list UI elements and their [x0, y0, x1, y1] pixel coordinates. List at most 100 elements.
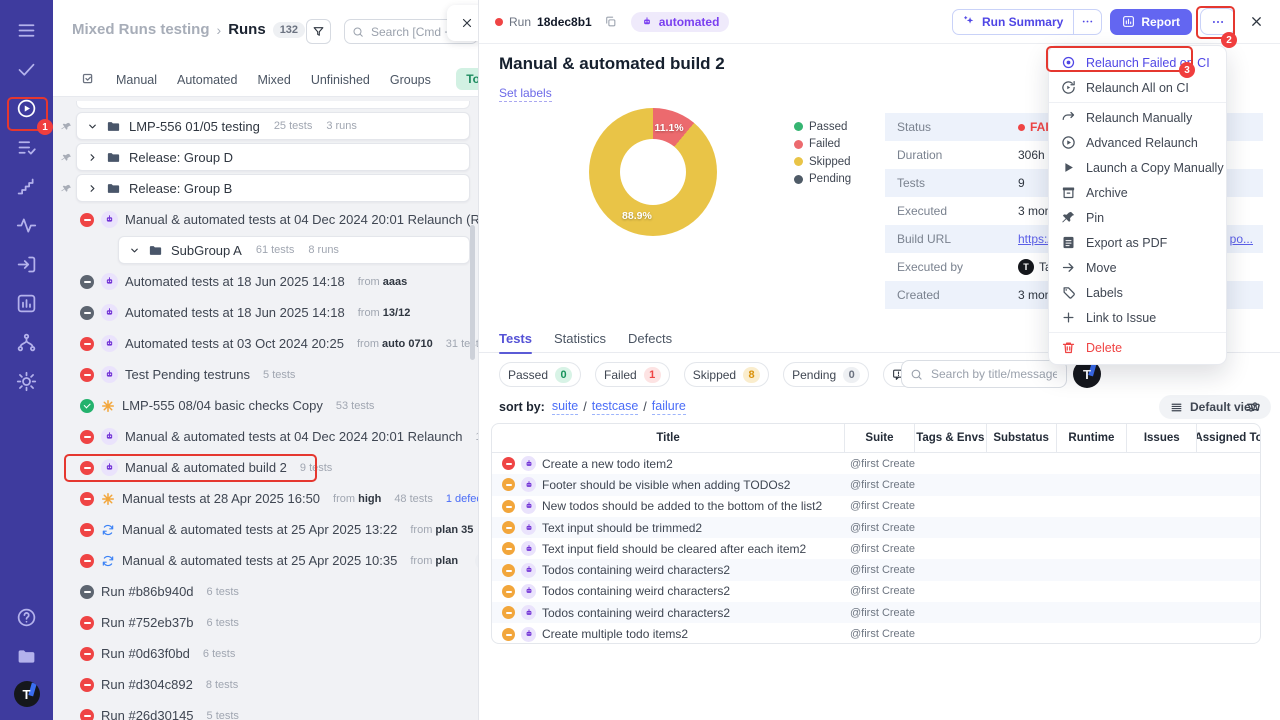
- test-row[interactable]: Footer should be visible when adding TOD…: [492, 474, 1260, 495]
- test-row[interactable]: Text input field should be cleared after…: [492, 538, 1260, 559]
- runs-tab-manual[interactable]: Manual: [116, 73, 157, 87]
- column-header-suite[interactable]: Suite: [844, 424, 914, 452]
- run-row[interactable]: Run #0d63f0bd6 tests: [53, 638, 478, 669]
- menu-item-link-to-issue[interactable]: Link to Issue: [1049, 305, 1226, 330]
- sidebar-item-pulse[interactable]: [13, 211, 41, 239]
- column-header-runtime[interactable]: Runtime: [1056, 424, 1127, 452]
- runs-tab-unfinished[interactable]: Unfinished: [311, 73, 370, 87]
- close-detail-icon[interactable]: [1249, 14, 1264, 29]
- run-row[interactable]: Manual & automated build 29 tests: [53, 452, 478, 483]
- test-row[interactable]: Todos containing weird characters2@first…: [492, 581, 1260, 602]
- menu-item-labels[interactable]: Labels: [1049, 280, 1226, 305]
- test-row[interactable]: Create multiple todo items2@first Create…: [492, 623, 1260, 644]
- run-group-row[interactable]: Release: Group D: [53, 142, 478, 173]
- user-avatar[interactable]: T: [14, 681, 40, 707]
- menu-item-relaunch-all-on-ci[interactable]: Relaunch All on CI: [1049, 75, 1226, 100]
- run-row[interactable]: Manual & automated tests at 25 Apr 2025 …: [53, 514, 478, 545]
- runs-tab-groups[interactable]: Groups: [390, 73, 431, 87]
- run-row[interactable]: Run #d304c8928 tests: [53, 669, 478, 700]
- filter-button[interactable]: [306, 19, 331, 44]
- breadcrumb-section[interactable]: Runs: [228, 21, 266, 38]
- sidebar-item-help[interactable]: [13, 603, 41, 631]
- close-popup-button[interactable]: [447, 5, 478, 41]
- run-group-row[interactable]: LMP-556 01/05 testing25 tests3 runs: [53, 111, 478, 142]
- run-row[interactable]: Automated tests at 18 Jun 2025 14:18from…: [53, 297, 478, 328]
- runs-scrollbar[interactable]: [470, 225, 475, 360]
- sidebar-item-import[interactable]: [13, 250, 41, 278]
- menu-item-advanced-relaunch[interactable]: Advanced Relaunch: [1049, 130, 1226, 155]
- test-row[interactable]: Create a new todo item2@first Create ...: [492, 453, 1260, 474]
- column-header-issues[interactable]: Issues: [1126, 424, 1196, 452]
- runs-tab-automated[interactable]: Automated: [177, 73, 237, 87]
- run-row[interactable]: Test Pending testruns5 tests: [53, 359, 478, 390]
- menu-item-relaunch-failed-on-ci[interactable]: Relaunch Failed on CI: [1049, 50, 1226, 75]
- run-row[interactable]: LMP-555 08/04 basic checks Copy53 tests: [53, 390, 478, 421]
- run-row[interactable]: Manual & automated tests at 04 Dec 2024 …: [53, 204, 478, 235]
- build-url-link-tail[interactable]: po...: [1230, 232, 1253, 246]
- test-row[interactable]: Todos containing weird characters2@first…: [492, 602, 1260, 623]
- column-header-substatus[interactable]: Substatus: [986, 424, 1056, 452]
- run-group-row[interactable]: SubGroup A61 tests8 runs: [53, 235, 478, 266]
- runs-tab-mixed[interactable]: Mixed: [257, 73, 290, 87]
- sidebar-item-projects[interactable]: [13, 642, 41, 670]
- more-actions-button[interactable]: [1200, 8, 1235, 35]
- run-row[interactable]: Run #752eb37b6 tests: [53, 607, 478, 638]
- group-tests-count: 25 tests: [274, 120, 313, 132]
- chip-failed[interactable]: Failed1: [595, 362, 670, 387]
- test-row[interactable]: Text input should be trimmed2@first Crea…: [492, 517, 1260, 538]
- menu-item-archive[interactable]: Archive: [1049, 180, 1226, 205]
- run-row[interactable]: Run #b86b940d6 tests: [53, 576, 478, 607]
- run-row[interactable]: Automated tests at 18 Jun 2025 14:18from…: [53, 266, 478, 297]
- chip-pending[interactable]: Pending0: [783, 362, 869, 387]
- breadcrumb-project[interactable]: Mixed Runs testing: [72, 21, 210, 38]
- folder-card[interactable]: Release: Group B: [76, 174, 470, 202]
- sidebar-item-plans[interactable]: [13, 133, 41, 161]
- run-group-row[interactable]: Release: Group B: [53, 173, 478, 204]
- run-row[interactable]: Manual tests at 28 Apr 2025 16:50from hi…: [53, 483, 478, 514]
- tab-pill[interactable]: To: [456, 68, 478, 90]
- sort-link-testcase[interactable]: testcase: [592, 399, 639, 415]
- run-summary-button[interactable]: Run Summary: [953, 10, 1073, 34]
- tests-search[interactable]: [901, 360, 1067, 388]
- sort-link-suite[interactable]: suite: [552, 399, 578, 415]
- run-defects-count[interactable]: 1 defects: [446, 493, 478, 505]
- menu-item-pin[interactable]: Pin: [1049, 205, 1226, 230]
- folder-card[interactable]: Release: Group D: [76, 143, 470, 171]
- run-row[interactable]: Run #26d301455 tests: [53, 700, 478, 720]
- menu-item-move[interactable]: Move: [1049, 255, 1226, 280]
- copy-icon[interactable]: [604, 15, 617, 28]
- sidebar-item-analytics[interactable]: [13, 289, 41, 317]
- sidebar-item-tests[interactable]: [13, 55, 41, 83]
- run-row[interactable]: Automated tests at 03 Oct 2024 20:25from…: [53, 328, 478, 359]
- sort-link-failure[interactable]: failure: [652, 399, 686, 415]
- column-header-tags-envs[interactable]: Tags & Envs: [914, 424, 986, 452]
- run-row[interactable]: Manual & automated tests at 25 Apr 2025 …: [53, 545, 478, 576]
- select-all-icon[interactable]: [81, 72, 96, 87]
- set-labels-link[interactable]: Set labels: [499, 86, 552, 102]
- tab-tests[interactable]: Tests: [499, 331, 532, 354]
- menu-item-launch-a-copy-manually[interactable]: Launch a Copy Manually: [1049, 155, 1226, 180]
- column-header-title[interactable]: Title: [492, 424, 844, 452]
- tests-search-input[interactable]: [929, 366, 1059, 382]
- menu-item-relaunch-manually[interactable]: Relaunch Manually: [1049, 105, 1226, 130]
- folder-card[interactable]: LMP-556 01/05 testing25 tests3 runs: [76, 112, 470, 140]
- test-row[interactable]: Todos containing weird characters2@first…: [492, 559, 1260, 580]
- folder-card[interactable]: SubGroup A61 tests8 runs: [118, 236, 470, 264]
- sidebar-item-integrations[interactable]: [13, 328, 41, 356]
- sliders-icon[interactable]: [1245, 399, 1261, 415]
- run-summary-more-button[interactable]: [1073, 10, 1101, 34]
- sidebar-item-settings[interactable]: [13, 367, 41, 395]
- test-row[interactable]: New todos should be added to the bottom …: [492, 496, 1260, 517]
- report-button[interactable]: Report: [1110, 9, 1192, 35]
- chip-passed[interactable]: Passed0: [499, 362, 581, 387]
- menu-item-export-as-pdf[interactable]: Export as PDF: [1049, 230, 1226, 255]
- sidebar-item-runs[interactable]: [13, 94, 41, 122]
- run-row[interactable]: Manual & automated tests at 04 Dec 2024 …: [53, 421, 478, 452]
- menu-item-delete[interactable]: Delete: [1049, 335, 1226, 360]
- chip-skipped[interactable]: Skipped8: [684, 362, 769, 387]
- sidebar-item-milestones[interactable]: [13, 172, 41, 200]
- column-header-assigned-to[interactable]: Assigned To: [1196, 424, 1260, 452]
- tab-defects[interactable]: Defects: [628, 331, 672, 354]
- sidebar-item-menu-toggle[interactable]: [13, 16, 41, 44]
- tab-statistics[interactable]: Statistics: [554, 331, 606, 354]
